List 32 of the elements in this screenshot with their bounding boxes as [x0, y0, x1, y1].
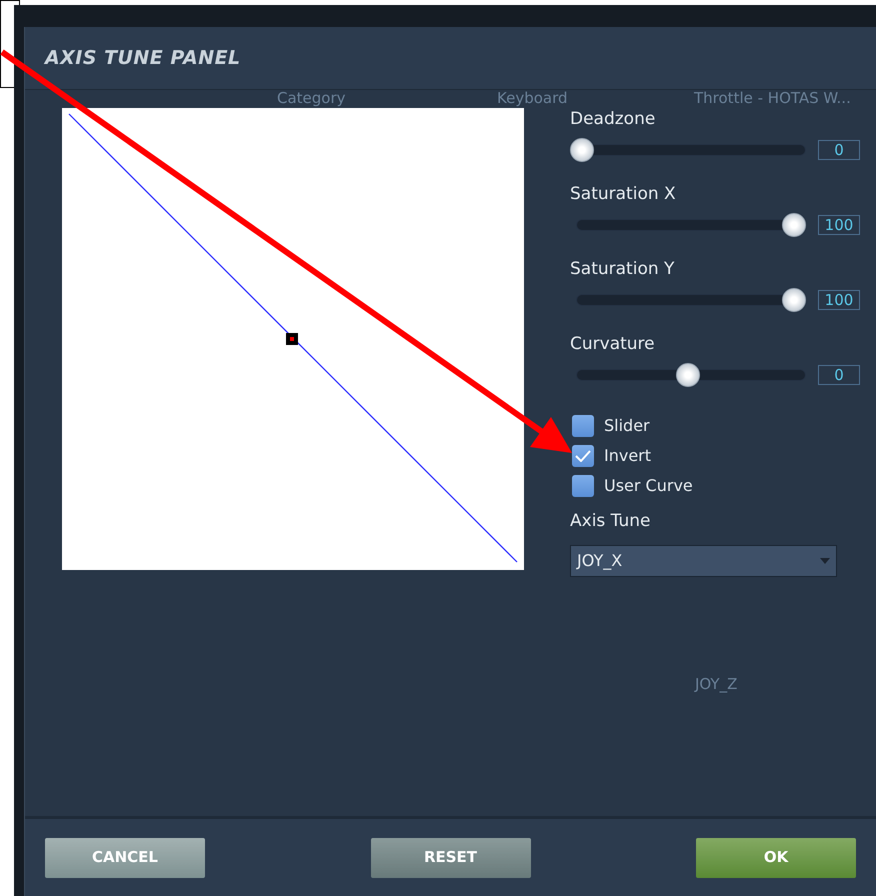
- value-field[interactable]: 0: [818, 140, 860, 160]
- slider-label: Deadzone: [570, 108, 656, 130]
- checkbox[interactable]: [572, 415, 594, 437]
- slider-label: Curvature: [570, 333, 655, 355]
- checkbox-label: Slider: [604, 415, 650, 437]
- checkbox-label: Invert: [604, 445, 652, 467]
- value-field[interactable]: 100: [818, 215, 860, 235]
- slider-label: Saturation X: [570, 183, 676, 205]
- column-header: Throttle - HOTAS W...: [694, 88, 851, 109]
- curve-point-icon: [286, 333, 298, 345]
- slider[interactable]: [570, 138, 806, 162]
- slider-label: Saturation Y: [570, 258, 674, 280]
- table-cell-text: JOY_Z: [695, 674, 738, 695]
- dropdown-label: Axis Tune: [570, 510, 650, 533]
- column-header: Category: [277, 88, 346, 109]
- slider-thumb[interactable]: [782, 213, 806, 237]
- panel-title: AXIS TUNE PANEL: [45, 46, 241, 71]
- caret-icon: [820, 558, 830, 564]
- checkbox-label: User Curve: [604, 475, 693, 497]
- slider-thumb[interactable]: [676, 363, 700, 387]
- slider-thumb[interactable]: [570, 138, 594, 162]
- column-header: Keyboard: [497, 88, 568, 109]
- checkbox[interactable]: [572, 445, 594, 467]
- value-field[interactable]: 100: [818, 290, 860, 310]
- slider-thumb[interactable]: [782, 288, 806, 312]
- dropdown-value: JOY_X: [577, 550, 622, 572]
- value-field[interactable]: 0: [818, 365, 860, 385]
- checkbox[interactable]: [572, 475, 594, 497]
- check-icon: [575, 450, 591, 462]
- dropdown[interactable]: JOY_X: [570, 544, 837, 576]
- dialog-button[interactable]: OK: [696, 838, 856, 878]
- dialog-button[interactable]: RESET: [370, 838, 530, 878]
